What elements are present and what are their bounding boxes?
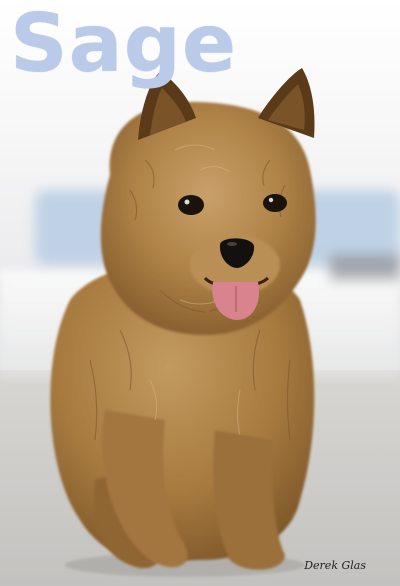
dog-photo: Sage Derek Glas bbox=[0, 0, 400, 586]
photographer-signature: Derek Glas bbox=[304, 559, 366, 572]
photo-title: Sage bbox=[10, 0, 238, 90]
